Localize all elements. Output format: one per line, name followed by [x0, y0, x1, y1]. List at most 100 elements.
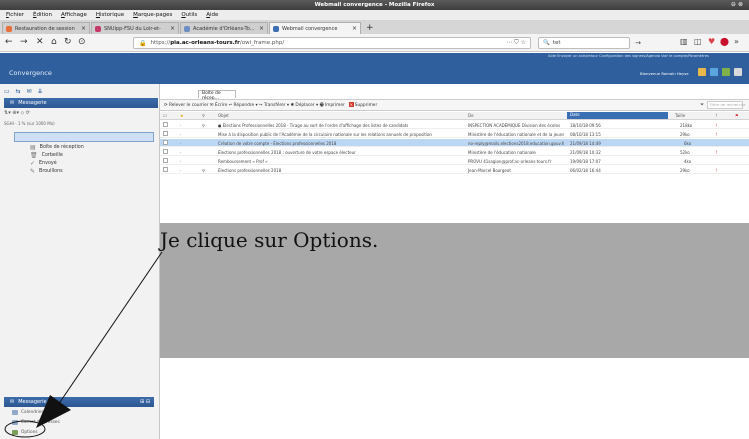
quick-button[interactable]	[734, 68, 742, 76]
menu-historique[interactable]: Historique	[96, 12, 124, 18]
column-size[interactable]: Taille	[675, 113, 685, 118]
mail-icon: ✉	[10, 100, 15, 106]
star-icon[interactable]: ·	[180, 141, 181, 146]
app-top-links[interactable]: Aide Envoyer un avis/retour Configuratio…	[548, 54, 709, 58]
select-all-checkbox[interactable]: ☐	[163, 113, 167, 118]
stop-icon[interactable]: ✕	[36, 37, 44, 47]
row-checkbox[interactable]	[163, 149, 168, 154]
message-from: Jean-Marcel Bourgeot	[468, 167, 511, 173]
message-row[interactable]: · Élections professionnelles 2018 : ouve…	[160, 148, 749, 156]
left-toolbar[interactable]: ▭ ⇆ ✉ ⇊	[4, 88, 44, 95]
folder-trash[interactable]: 🗑 Corbeille	[30, 152, 63, 159]
tab-label: Webmail convergence	[282, 25, 338, 32]
star-icon[interactable]: ·	[180, 159, 181, 164]
pocket-icon[interactable]: ♥	[708, 37, 715, 46]
nav-calendrier[interactable]: Calendrier	[12, 410, 43, 415]
row-checkbox[interactable]	[163, 167, 168, 172]
message-row[interactable]: · ⚲ Élections professionnelles 2018 Jean…	[160, 166, 749, 174]
menu-marque-pages[interactable]: Marque-pages	[133, 12, 172, 18]
search-go-icon[interactable]: →	[635, 39, 641, 47]
star-icon[interactable]: ·	[180, 168, 181, 173]
home-icon[interactable]: ⌂	[51, 37, 57, 47]
nav-carnet[interactable]: Carnet d'adresses	[12, 420, 60, 425]
panel-buttons[interactable]: ⊞ ⊟	[140, 399, 150, 405]
close-tab-icon[interactable]: ×	[259, 25, 264, 32]
reload-icon[interactable]: ↻	[64, 37, 72, 47]
messagerie-bottom-header[interactable]: ✉ Messagerie ⊞ ⊟	[4, 397, 154, 407]
menu-affichage[interactable]: Affichage	[61, 12, 87, 18]
column-subject[interactable]: Objet	[218, 113, 229, 118]
toolbar-actions[interactable]: ⟳ Relever le courrier ✉ Écrire ↩ Répondr…	[164, 101, 345, 109]
quick-button[interactable]	[722, 68, 730, 76]
row-checkbox[interactable]	[163, 140, 168, 145]
column-from[interactable]: De	[468, 113, 474, 118]
folder-label: Boîte de réception	[39, 145, 84, 150]
menu-fichier[interactable]: Fichier	[6, 12, 24, 18]
tab-academie[interactable]: Académie d'Orléans-To... ×	[180, 22, 268, 34]
folder-drafts[interactable]: ✎ Brouillons	[30, 168, 63, 175]
folder-sent[interactable]: ✓ Envoyé	[30, 160, 57, 167]
left-pane: ▭ ⇆ ✉ ⇊ ✉ Messagerie ⇅▾ ⊕▾ ⬦ ⟳ SGHI - 1 …	[0, 84, 160, 439]
star-column-icon[interactable]: ★	[180, 113, 184, 118]
sidebar-icon[interactable]: ◫	[694, 37, 702, 46]
star-icon[interactable]: ·	[180, 132, 181, 137]
row-checkbox[interactable]	[163, 131, 168, 136]
window-controls[interactable]: ⊖ ⊗	[731, 1, 743, 8]
tab-restauration[interactable]: Restauration de session ×	[2, 22, 90, 34]
star-icon[interactable]: ·	[180, 123, 181, 128]
nav-label: Calendrier	[21, 410, 44, 415]
attachment-column-icon[interactable]: ⚲	[202, 113, 205, 118]
row-checkbox[interactable]	[163, 158, 168, 163]
nav-options[interactable]: Options	[12, 430, 38, 435]
library-icon[interactable]: ▥	[680, 37, 688, 46]
messagerie-header[interactable]: ✉ Messagerie	[4, 98, 158, 108]
menu-outils[interactable]: Outils	[181, 12, 197, 18]
folder-inbox[interactable]: ▤ Boîte de réception	[30, 144, 84, 151]
new-tab-icon[interactable]: +	[366, 23, 374, 33]
overflow-icon[interactable]: »	[734, 37, 739, 46]
delete-label: Supprimer	[354, 103, 378, 108]
filter-icon[interactable]: ⏷	[700, 102, 704, 108]
window-title: Webmail convergence - Mozilla Firefox	[314, 2, 435, 8]
folder-tools[interactable]: ⇅▾ ⊕▾ ⬦ ⟳	[4, 110, 30, 116]
url-bar[interactable]: 🔒 https:// pia.ac-orleans-tours.fr /owi_…	[133, 37, 531, 49]
close-tab-icon[interactable]: ×	[170, 25, 175, 32]
selected-account-row[interactable]	[14, 132, 154, 142]
message-row[interactable]: · ⚲ ● Élections Professionnelles 2018 - …	[160, 121, 749, 129]
tab-inbox[interactable]: Boîte de récep...	[198, 90, 236, 101]
message-row[interactable]: · Remboursement « Prof » PROVU 41sagion@…	[160, 157, 749, 165]
back-icon[interactable]: ←	[5, 37, 13, 47]
priority-column-icon[interactable]: !	[716, 113, 718, 118]
message-subject: Remboursement « Prof »	[218, 158, 268, 164]
tab-webmail[interactable]: Webmail convergence ×	[269, 22, 361, 34]
menu-edition[interactable]: Édition	[33, 12, 52, 18]
readinglist-icon[interactable]: ⊙	[78, 37, 86, 47]
menu-aide[interactable]: Aide	[206, 12, 218, 18]
quick-button[interactable]	[710, 68, 718, 76]
priority-flag: !	[716, 122, 718, 128]
close-tab-icon[interactable]: ×	[81, 25, 86, 32]
url-host: pia.ac-orleans-tours.fr	[170, 40, 240, 46]
message-row[interactable]: · Mise à la disposition public de l'Acad…	[160, 130, 749, 138]
message-row-selected[interactable]: · Création de votre compte - Élections p…	[160, 139, 749, 147]
tab-label: Restauration de session	[15, 25, 75, 32]
column-date-sorted[interactable]: Date	[567, 112, 668, 119]
row-checkbox[interactable]	[163, 122, 168, 127]
tab-label: Académie d'Orléans-To...	[193, 25, 255, 32]
search-input[interactable]: 🔍 tet →	[538, 37, 641, 49]
adblock-icon[interactable]: ⬤	[720, 37, 729, 46]
quick-button[interactable]	[698, 68, 706, 76]
page-actions-icon[interactable]: ⋯ ⛉ ☆	[506, 39, 526, 47]
nav-label: Carnet d'adresses	[21, 420, 60, 425]
message-from: no-reply@mails.elections2018.education.g…	[468, 140, 564, 146]
close-tab-icon[interactable]: ×	[352, 25, 357, 32]
sent-icon: ✓	[30, 160, 36, 167]
priority-flag: !	[716, 149, 718, 155]
star-icon[interactable]: ·	[180, 150, 181, 155]
forward-icon[interactable]: →	[20, 37, 28, 47]
tab-snuipp[interactable]: SNUipp-FSU du Loir-et- ×	[91, 22, 179, 34]
filter-input[interactable]: Filtre de recherche	[707, 101, 745, 109]
flag-column-icon[interactable]: ⚑	[735, 113, 739, 118]
delete-button[interactable]: × Supprimer	[348, 102, 378, 108]
message-size: 29ko	[680, 131, 690, 137]
